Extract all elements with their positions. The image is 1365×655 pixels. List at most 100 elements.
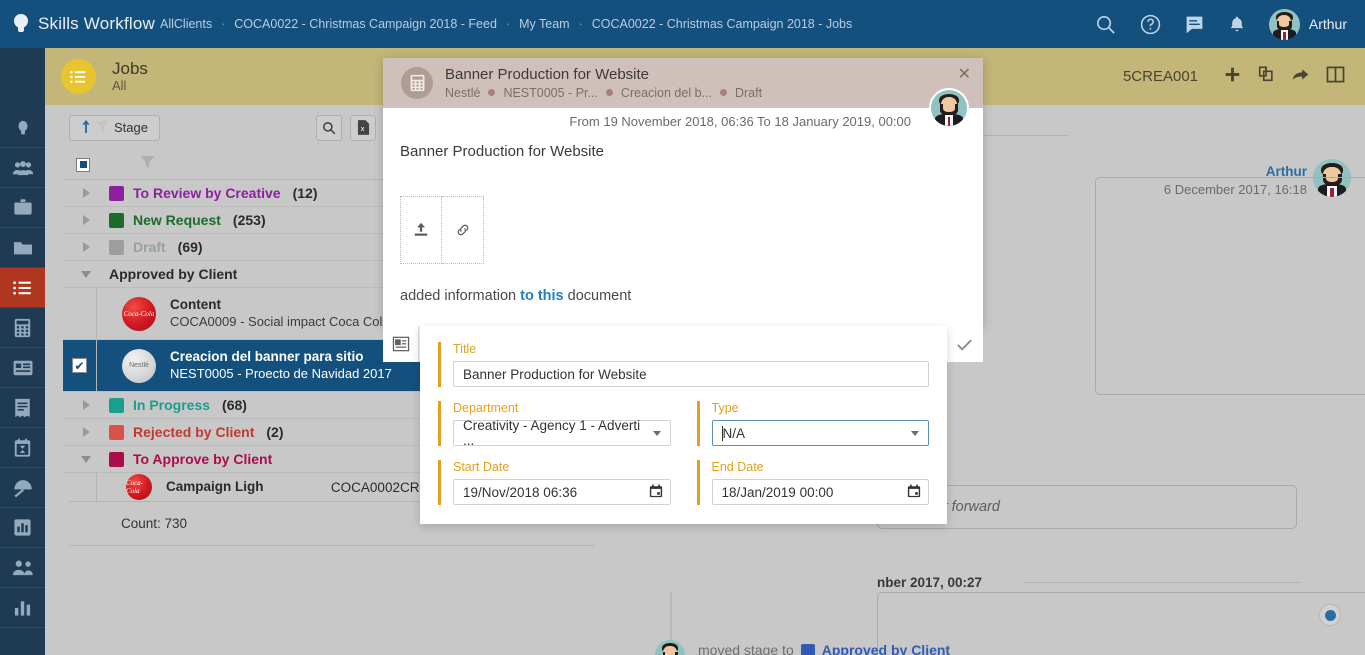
rail-item-chart-box[interactable]	[0, 508, 45, 548]
funnel-icon	[96, 120, 109, 136]
divider	[69, 545, 594, 546]
expand-toggle[interactable]	[63, 242, 109, 252]
end-date-input[interactable]: 18/Jan/2019 00:00	[711, 479, 929, 505]
expand-toggle[interactable]	[63, 215, 109, 225]
bell-icon[interactable]	[1227, 14, 1247, 35]
row-checkbox[interactable]: ✔	[63, 358, 96, 373]
share-icon[interactable]	[1291, 66, 1310, 88]
modal-meta: Nestlé NEST0005 - Pr... Creacion del b..…	[445, 85, 762, 101]
avatar	[929, 88, 969, 128]
job-title: Campaign Ligh	[166, 478, 264, 494]
search-icon[interactable]	[1094, 13, 1117, 36]
page-title-block: Jobs All	[112, 59, 148, 93]
page-title: Jobs	[112, 59, 148, 79]
app-root: Skills Workflow AllClients · COCA0022 - …	[0, 0, 1365, 655]
link-icon[interactable]	[442, 196, 484, 264]
stage-color-swatch	[109, 212, 124, 228]
note-link[interactable]: to this	[520, 288, 564, 304]
expand-toggle[interactable]	[63, 427, 109, 437]
stage-count: (253)	[232, 212, 266, 228]
department-select[interactable]: Creativity - Agency 1 - Adverti ...	[453, 418, 671, 448]
rail-item-receipt[interactable]	[0, 388, 45, 428]
funnel-icon[interactable]	[140, 155, 155, 174]
breadcrumb-item-3[interactable]: COCA0022 - Christmas Campaign 2018 - Job…	[592, 17, 853, 31]
row-texts: Campaign Ligh	[166, 479, 264, 496]
modal-title: Banner Production for Website	[445, 66, 650, 84]
collapse-toggle[interactable]	[63, 270, 109, 278]
excel-export-icon[interactable]: x	[350, 114, 376, 141]
rail-item-calendar[interactable]	[0, 428, 45, 468]
chat-icon[interactable]	[1184, 14, 1205, 35]
start-date-input[interactable]: 19/Nov/2018 06:36	[453, 479, 671, 505]
help-icon[interactable]	[1139, 13, 1162, 36]
meta-job: Creacion del b...	[620, 85, 712, 100]
stage-color-swatch	[109, 397, 124, 413]
split-view-icon[interactable]	[1326, 66, 1345, 88]
close-icon[interactable]: ✕	[958, 64, 971, 84]
calendar-icon[interactable]	[649, 484, 663, 501]
page-header-tools	[1224, 65, 1365, 88]
field-end-date: End Date 18/Jan/2019 00:00	[696, 460, 929, 505]
divider	[1025, 582, 1301, 583]
rail-item-people[interactable]	[0, 148, 45, 188]
rail-item-folder[interactable]	[0, 228, 45, 268]
modal-title-block: Banner Production for Website Nestlé NES…	[445, 65, 762, 101]
rail-item-calculator[interactable]	[0, 308, 45, 348]
type-select[interactable]: N/A	[711, 420, 929, 446]
title-input[interactable]	[453, 361, 929, 387]
stage-label: Approved by Client	[821, 642, 951, 655]
field-label: Start Date	[453, 460, 510, 474]
job-title: Content	[170, 296, 221, 312]
stage-label: Approved by Client	[109, 266, 238, 282]
user-name: Arthur	[1308, 16, 1347, 32]
rail-item-users[interactable]	[0, 548, 45, 588]
copy-icon[interactable]	[1257, 65, 1275, 88]
search-button[interactable]	[316, 114, 342, 141]
stage-label: New Request	[133, 212, 221, 228]
rail-item-umbrella[interactable]	[0, 468, 45, 508]
stage-color-swatch	[109, 451, 124, 467]
breadcrumb-item-1[interactable]: COCA0022 - Christmas Campaign 2018 - Fee…	[234, 17, 497, 31]
rail-item-card[interactable]	[0, 348, 45, 388]
collapse-toggle[interactable]	[63, 455, 109, 463]
brand-name: Skills Workflow	[38, 14, 155, 33]
job-title: Creacion del banner para sitio	[170, 348, 364, 364]
modal-date-range: From 19 November 2018, 06:36 To 18 Janua…	[569, 114, 911, 129]
expand-toggle[interactable]	[63, 400, 109, 410]
modal-header: Banner Production for Website Nestlé NES…	[383, 58, 983, 128]
rail-item-jobs-list[interactable]	[0, 268, 45, 308]
field-department: Department Creativity - Agency 1 - Adver…	[438, 401, 671, 448]
rail-item-lightbulb[interactable]	[0, 108, 45, 148]
calendar-icon[interactable]	[907, 484, 921, 501]
top-navigation-bar: Skills Workflow AllClients · COCA0022 - …	[0, 0, 1365, 48]
logo-text: Nestlé	[129, 362, 149, 369]
select-value: Creativity - Agency 1 - Adverti ...	[463, 418, 641, 448]
select-all-checkbox[interactable]	[76, 157, 90, 172]
stage-color-swatch	[109, 185, 124, 201]
rail-item-bar-chart[interactable]	[0, 588, 45, 628]
svg-text:x: x	[360, 124, 364, 133]
coca-cola-logo: Coca-Cola	[122, 296, 156, 331]
brand[interactable]: Skills Workflow	[0, 14, 160, 34]
meta-stage: Draft	[734, 85, 763, 100]
logo-text: Coca-Cola	[126, 479, 144, 495]
field-type: Type N/A	[696, 401, 929, 446]
stage-filter-button[interactable]: Stage	[69, 114, 160, 141]
attachment-dropzones	[400, 196, 983, 264]
upload-icon[interactable]	[400, 196, 442, 264]
breadcrumb-item-0[interactable]: AllClients	[160, 17, 212, 31]
plus-icon[interactable]	[1224, 66, 1241, 88]
check-icon[interactable]	[945, 326, 983, 362]
expand-toggle[interactable]	[63, 188, 109, 198]
select-value: N/A	[721, 425, 746, 441]
stage-label: To Approve by Client	[133, 451, 273, 467]
nav-actions: Arthur	[1094, 8, 1365, 40]
breadcrumb-item-2[interactable]: My Team	[519, 17, 569, 31]
rail-item-briefcase[interactable]	[0, 188, 45, 228]
sort-asc-icon	[81, 119, 91, 136]
lightbulb-icon	[14, 14, 29, 34]
stage-color-swatch	[109, 239, 124, 255]
details-card-icon[interactable]	[383, 326, 419, 362]
user-menu[interactable]: Arthur	[1268, 8, 1347, 40]
timeline-marker-icon[interactable]	[1319, 604, 1341, 626]
